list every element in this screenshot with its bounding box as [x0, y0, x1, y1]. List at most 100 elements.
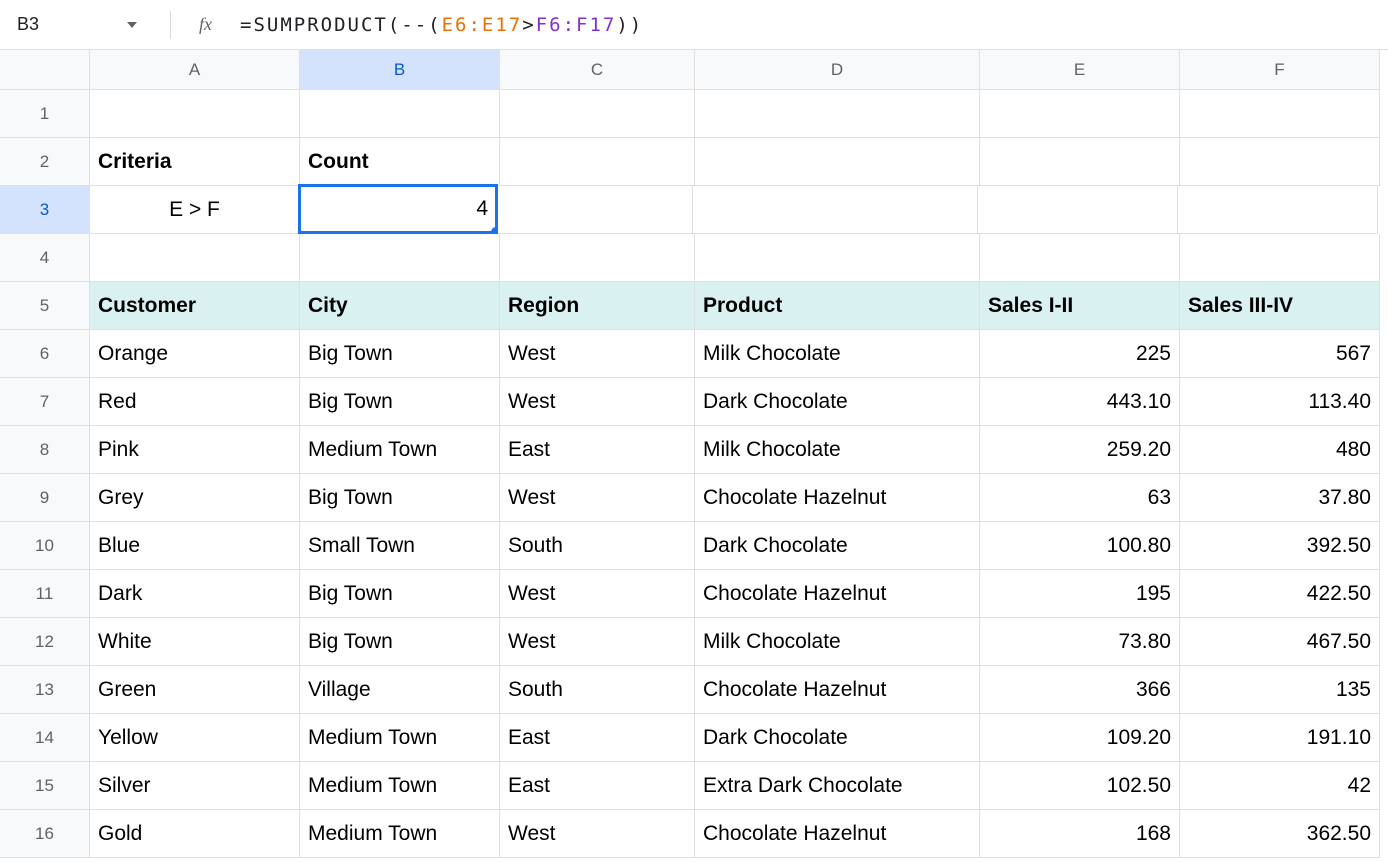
cell-sales1-7[interactable]: 366 — [980, 666, 1180, 714]
cell-product-4[interactable]: Dark Chocolate — [695, 522, 980, 570]
header-sales-2[interactable]: Sales III-IV — [1180, 282, 1380, 330]
row-header-5[interactable]: 5 — [0, 282, 90, 330]
cell-D4[interactable] — [695, 234, 980, 282]
cell-customer-9[interactable]: Silver — [90, 762, 300, 810]
cell-region-6[interactable]: West — [500, 618, 695, 666]
row-header-16[interactable]: 16 — [0, 810, 90, 858]
cell-product-7[interactable]: Chocolate Hazelnut — [695, 666, 980, 714]
header-region[interactable]: Region — [500, 282, 695, 330]
cell-A1[interactable] — [90, 90, 300, 138]
cell-region-8[interactable]: East — [500, 714, 695, 762]
cell-sales2-9[interactable]: 42 — [1180, 762, 1380, 810]
row-header-13[interactable]: 13 — [0, 666, 90, 714]
cell-B3-selected[interactable]: 4 — [298, 184, 498, 234]
column-header-B[interactable]: B — [300, 50, 500, 90]
row-header-3[interactable]: 3 — [0, 186, 90, 234]
cell-sales1-1[interactable]: 443.10 — [980, 378, 1180, 426]
cell-city-1[interactable]: Big Town — [300, 378, 500, 426]
cell-sales1-8[interactable]: 109.20 — [980, 714, 1180, 762]
cell-sales2-3[interactable]: 37.80 — [1180, 474, 1380, 522]
row-header-11[interactable]: 11 — [0, 570, 90, 618]
cell-product-3[interactable]: Chocolate Hazelnut — [695, 474, 980, 522]
header-city[interactable]: City — [300, 282, 500, 330]
cell-region-0[interactable]: West — [500, 330, 695, 378]
cell-sales2-4[interactable]: 392.50 — [1180, 522, 1380, 570]
row-header-2[interactable]: 2 — [0, 138, 90, 186]
cell-product-5[interactable]: Chocolate Hazelnut — [695, 570, 980, 618]
cell-E4[interactable] — [980, 234, 1180, 282]
column-header-A[interactable]: A — [90, 50, 300, 90]
cell-region-10[interactable]: West — [500, 810, 695, 858]
formula-input[interactable]: =SUMPRODUCT(--(E6:E17>F6:F17)) — [240, 14, 643, 36]
cell-region-7[interactable]: South — [500, 666, 695, 714]
cell-sales2-6[interactable]: 467.50 — [1180, 618, 1380, 666]
cell-city-10[interactable]: Medium Town — [300, 810, 500, 858]
cell-city-9[interactable]: Medium Town — [300, 762, 500, 810]
cell-product-2[interactable]: Milk Chocolate — [695, 426, 980, 474]
cell-sales2-2[interactable]: 480 — [1180, 426, 1380, 474]
cell-region-3[interactable]: West — [500, 474, 695, 522]
row-header-8[interactable]: 8 — [0, 426, 90, 474]
cell-customer-1[interactable]: Red — [90, 378, 300, 426]
cell-product-10[interactable]: Chocolate Hazelnut — [695, 810, 980, 858]
cell-city-7[interactable]: Village — [300, 666, 500, 714]
cell-city-8[interactable]: Medium Town — [300, 714, 500, 762]
cell-sales2-0[interactable]: 567 — [1180, 330, 1380, 378]
row-header-14[interactable]: 14 — [0, 714, 90, 762]
cell-product-0[interactable]: Milk Chocolate — [695, 330, 980, 378]
cell-region-5[interactable]: West — [500, 570, 695, 618]
cell-D1[interactable] — [695, 90, 980, 138]
cell-customer-5[interactable]: Dark — [90, 570, 300, 618]
name-box[interactable]: B3 — [12, 14, 152, 35]
cell-city-0[interactable]: Big Town — [300, 330, 500, 378]
cell-city-2[interactable]: Medium Town — [300, 426, 500, 474]
row-header-1[interactable]: 1 — [0, 90, 90, 138]
cell-sales1-5[interactable]: 195 — [980, 570, 1180, 618]
cell-criteria-label[interactable]: Criteria — [90, 138, 300, 186]
cell-region-4[interactable]: South — [500, 522, 695, 570]
cell-customer-7[interactable]: Green — [90, 666, 300, 714]
row-header-6[interactable]: 6 — [0, 330, 90, 378]
cell-sales2-1[interactable]: 113.40 — [1180, 378, 1380, 426]
dropdown-icon[interactable] — [127, 22, 137, 28]
cell-product-9[interactable]: Extra Dark Chocolate — [695, 762, 980, 810]
cell-sales2-8[interactable]: 191.10 — [1180, 714, 1380, 762]
cell-F4[interactable] — [1180, 234, 1380, 282]
cell-E2[interactable] — [980, 138, 1180, 186]
cell-C3[interactable] — [498, 186, 693, 234]
cell-sales1-9[interactable]: 102.50 — [980, 762, 1180, 810]
cell-region-9[interactable]: East — [500, 762, 695, 810]
row-header-4[interactable]: 4 — [0, 234, 90, 282]
cell-sales2-7[interactable]: 135 — [1180, 666, 1380, 714]
column-header-F[interactable]: F — [1180, 50, 1380, 90]
row-header-10[interactable]: 10 — [0, 522, 90, 570]
cell-product-6[interactable]: Milk Chocolate — [695, 618, 980, 666]
cell-E1[interactable] — [980, 90, 1180, 138]
cell-product-1[interactable]: Dark Chocolate — [695, 378, 980, 426]
cell-F2[interactable] — [1180, 138, 1380, 186]
column-header-D[interactable]: D — [695, 50, 980, 90]
cell-sales2-5[interactable]: 422.50 — [1180, 570, 1380, 618]
cell-city-3[interactable]: Big Town — [300, 474, 500, 522]
cell-sales1-2[interactable]: 259.20 — [980, 426, 1180, 474]
select-all-corner[interactable] — [0, 50, 90, 90]
cell-sales1-0[interactable]: 225 — [980, 330, 1180, 378]
cell-city-6[interactable]: Big Town — [300, 618, 500, 666]
cell-F1[interactable] — [1180, 90, 1380, 138]
cell-count-label[interactable]: Count — [300, 138, 500, 186]
cell-sales1-4[interactable]: 100.80 — [980, 522, 1180, 570]
cell-D2[interactable] — [695, 138, 980, 186]
cell-B4[interactable] — [300, 234, 500, 282]
cell-customer-8[interactable]: Yellow — [90, 714, 300, 762]
cell-customer-2[interactable]: Pink — [90, 426, 300, 474]
row-header-15[interactable]: 15 — [0, 762, 90, 810]
cell-region-2[interactable]: East — [500, 426, 695, 474]
row-header-7[interactable]: 7 — [0, 378, 90, 426]
header-product[interactable]: Product — [695, 282, 980, 330]
cell-customer-6[interactable]: White — [90, 618, 300, 666]
cell-B1[interactable] — [300, 90, 500, 138]
cell-customer-3[interactable]: Grey — [90, 474, 300, 522]
cell-sales1-3[interactable]: 63 — [980, 474, 1180, 522]
cell-C1[interactable] — [500, 90, 695, 138]
cell-customer-10[interactable]: Gold — [90, 810, 300, 858]
